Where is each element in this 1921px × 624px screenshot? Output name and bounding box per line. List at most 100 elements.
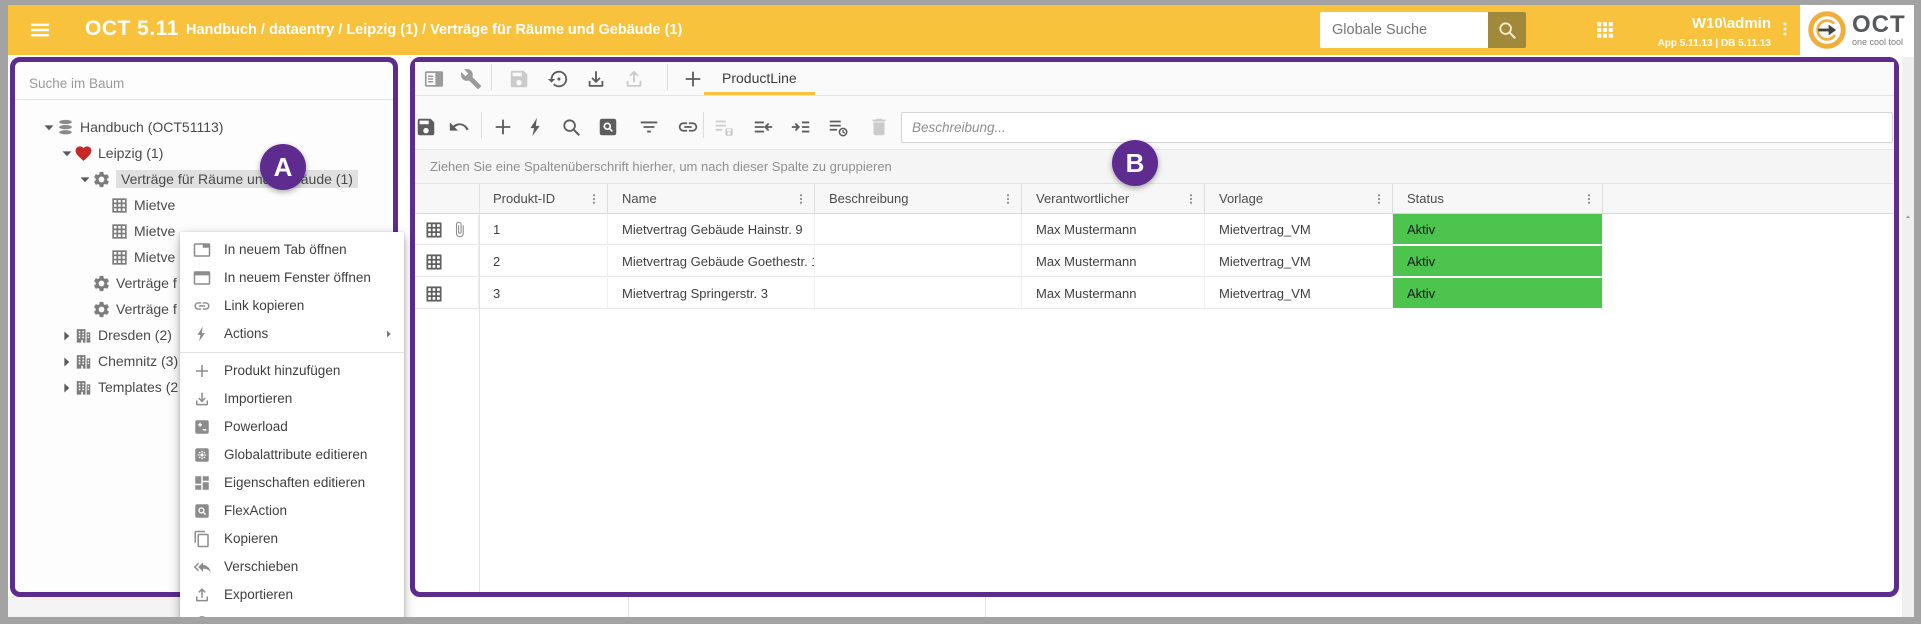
tree-item[interactable]: Verträge für Räume und Gebäude (1) [15,167,393,193]
tab-productline[interactable]: ProductLine [704,62,815,95]
menu-item-kopieren[interactable]: Kopieren [180,525,404,553]
boxed-search-icon[interactable] [597,116,619,138]
vertical-scrollbar[interactable] [1902,57,1914,617]
bolt-icon[interactable] [525,116,547,138]
menu-item-in-neuem-tab-ffnen[interactable]: In neuem Tab öffnen [180,236,404,264]
add-icon[interactable] [682,68,704,90]
tree-item[interactable]: Mietve [15,193,393,219]
view-sidebar-icon[interactable] [423,68,445,90]
add-icon[interactable] [492,116,514,138]
export-icon [193,586,211,604]
new-tab-icon [193,241,211,259]
menu-item-globalattribute-editieren[interactable]: Globalattribute editieren [180,441,404,469]
global-search-input[interactable] [1320,12,1488,48]
row-history-icon[interactable] [827,116,849,138]
bolt-icon [193,325,211,343]
logo: OCT one cool tool [1800,5,1914,55]
save-icon[interactable] [415,116,437,138]
search-icon[interactable] [560,116,582,138]
column-header-label: Beschreibung [829,191,909,206]
history-icon[interactable] [547,68,569,90]
tree-item[interactable]: Handbuch (OCT51113) [15,115,393,141]
menu-item-actions[interactable]: Actions [180,320,404,348]
open-record-icon[interactable] [424,252,444,272]
table-row[interactable]: 1Mietvertrag Gebäude Hainstr. 9Max Muste… [415,214,1894,246]
column-menu-icon[interactable] [1185,192,1197,206]
cell-produkt_id: 1 [479,214,608,245]
column-header-verantwortlicher[interactable]: Verantwortlicher [1022,184,1205,213]
table-row[interactable]: 2Mietvertrag Gebäude Goethestr. 1Max Mus… [415,246,1894,278]
column-header-status[interactable]: Status [1393,184,1603,213]
logo-text: OCT [1852,13,1906,37]
indent-icon[interactable] [790,116,812,138]
menu-item-powerload[interactable]: Powerload [180,413,404,441]
menu-item-exportieren[interactable]: Exportieren [180,581,404,609]
user-menu-icon[interactable] [1777,18,1793,40]
tree-search-input[interactable] [27,70,381,96]
menu-item-link-kopieren[interactable]: Link kopieren [180,292,404,320]
new-window-icon [193,269,211,287]
annotation-badge-a: A [260,144,306,190]
tree-item[interactable]: Leipzig (1) [15,141,393,167]
menu-item-label: Löschen [224,609,275,617]
wrench-icon[interactable] [460,68,482,90]
column-header-name[interactable]: Name [608,184,815,213]
column-menu-icon[interactable] [1373,192,1385,206]
scroll-up-icon[interactable] [1904,213,1912,221]
breadcrumb: Handbuch / dataentry / Leipzig (1) / Ver… [186,22,682,38]
building-icon [74,352,93,371]
column-menu-icon[interactable] [588,192,600,206]
column-menu-icon[interactable] [1583,192,1595,206]
column-header-label: Verantwortlicher [1036,191,1129,206]
menu-item-produkt-hinzuf-gen[interactable]: Produkt hinzufügen [180,357,404,385]
column-header-beschreibung[interactable]: Beschreibung [815,184,1022,213]
menu-item-flexaction[interactable]: FlexAction [180,497,404,525]
open-record-icon[interactable] [424,220,444,240]
cell-name: Mietvertrag Gebäude Hainstr. 9 [608,214,815,245]
open-record-icon[interactable] [424,284,444,304]
import-icon[interactable] [585,68,607,90]
tree-item-label: Verträge f [116,301,177,317]
grid-header-filler [1603,184,1893,213]
menu-separator [180,352,404,353]
database-icon [56,118,75,137]
menu-item-label: In neuem Tab öffnen [224,236,347,264]
global-search-button[interactable] [1488,12,1526,48]
column-header-label: Status [1407,191,1444,206]
filter-icon[interactable] [638,116,660,138]
column-header-produkt_id[interactable]: Produkt-ID [479,184,608,213]
divider [479,184,480,592]
column-header-vorlage[interactable]: Vorlage [1205,184,1393,213]
cell-status: Aktiv [1393,246,1603,277]
menu-item-eigenschaften-editieren[interactable]: Eigenschaften editieren [180,469,404,497]
context-menu: In neuem Tab öffnenIn neuem Fenster öffn… [180,232,404,617]
export-icon [623,68,645,90]
cell-name: Mietvertrag Springerstr. 3 [608,278,815,309]
menu-item-in-neuem-fenster-ffnen[interactable]: In neuem Fenster öffnen [180,264,404,292]
table-icon [110,222,129,241]
menu-item-label: Importieren [224,385,292,413]
trash-icon [193,614,211,617]
column-menu-icon[interactable] [795,192,807,206]
save-icon [508,68,530,90]
menu-item-label: Produkt hinzufügen [224,357,340,385]
menu-item-importieren[interactable]: Importieren [180,385,404,413]
link-icon[interactable] [677,116,699,138]
menu-item-verschieben[interactable]: Verschieben [180,553,404,581]
import-icon [193,390,211,408]
oct-logo-icon [1807,10,1847,50]
cell-name: Mietvertrag Gebäude Goethestr. 1 [608,246,815,277]
table-row[interactable]: 3Mietvertrag Springerstr. 3Max Musterman… [415,278,1894,310]
table-icon [110,196,129,215]
toolbar-separator [667,64,668,90]
module-toolbar: ProductLine [415,62,1894,96]
user-name[interactable]: W10\admin [1608,15,1771,32]
grid-filter-input[interactable] [901,112,1893,143]
menu-item-l-schen[interactable]: Löschen [180,609,404,617]
hamburger-menu-icon[interactable] [28,19,52,41]
link-icon [193,297,211,315]
cell-vorlage: Mietvertrag_VM [1205,246,1393,277]
outdent-icon[interactable] [752,116,774,138]
undo-icon[interactable] [448,116,470,138]
column-menu-icon[interactable] [1002,192,1014,206]
